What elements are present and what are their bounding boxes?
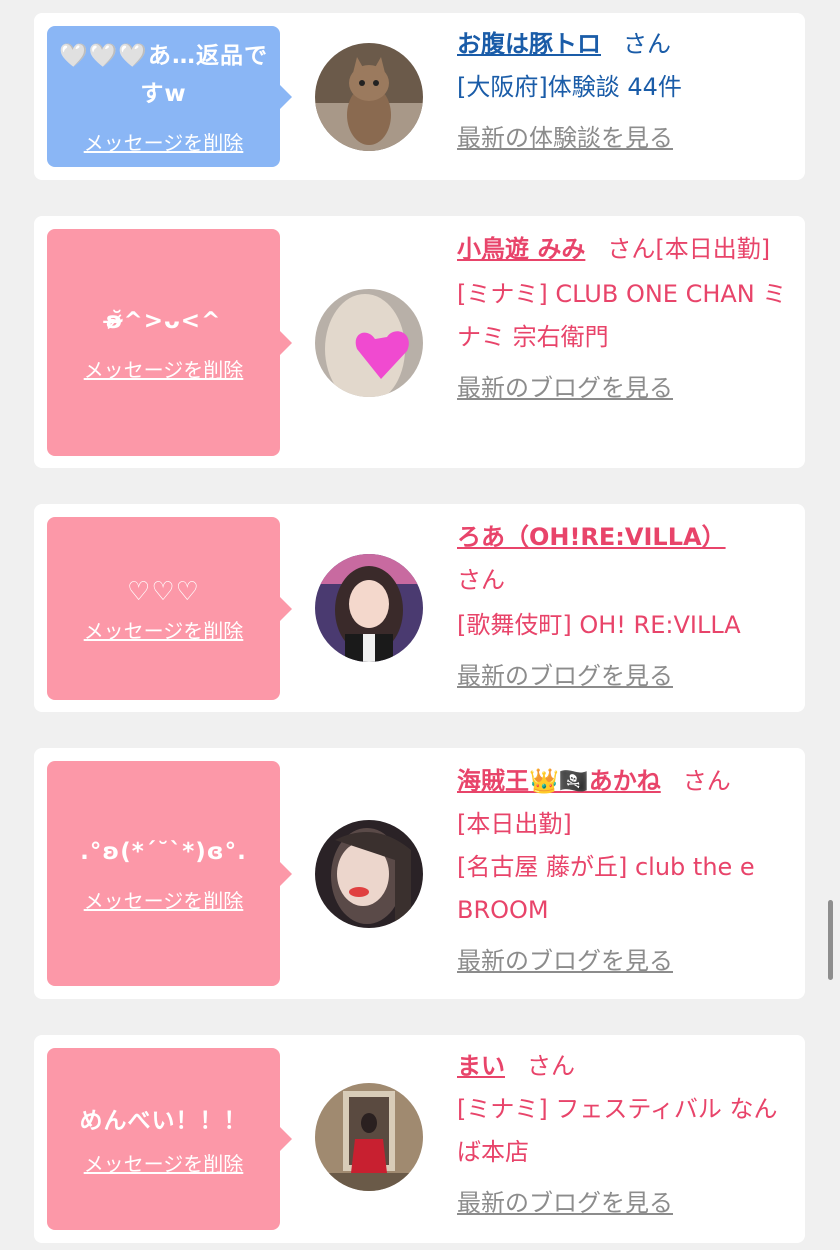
sender-name-link[interactable]: 海賊王👑🏴‍☠️あかね [457, 767, 661, 795]
message-list: 🤍🤍🤍あ…返品ですw メッセージを削除 お腹は豚トロ さん [大阪府]体験談 44… [0, 0, 840, 1250]
message-bubble: ʚ̴̶̷̆^>ᴗ<^ メッセージを削除 [47, 229, 292, 456]
sender-info: 海賊王👑🏴‍☠️あかね さん [本日出勤] [名古屋 藤が丘] club the … [457, 760, 797, 983]
message-text: ʚ̴̶̷̆^>ᴗ<^ [105, 308, 222, 334]
avatar[interactable] [315, 554, 423, 662]
avatar[interactable] [315, 289, 423, 397]
sender-info: ろあ（OH!RE:VILLA） さん [歌舞伎町] OH! RE:VILLA 最新… [457, 516, 797, 698]
sender-name-link[interactable]: ろあ（OH!RE:VILLA） [457, 523, 726, 551]
sender-info: お腹は豚トロ さん [大阪府]体験談 44件 最新の体験談を見る [457, 23, 797, 160]
delete-message-link[interactable]: メッセージを削除 [84, 885, 244, 914]
avatar[interactable] [315, 820, 423, 928]
latest-link[interactable]: 最新のブログを見る [457, 1182, 797, 1225]
sender-detail: [名古屋 藤が丘] club the e BROOM [457, 853, 755, 924]
message-text: 🤍🤍🤍あ…返品ですw [59, 43, 268, 107]
latest-link[interactable]: 最新のブログを見る [457, 367, 797, 410]
message-card: ʚ̴̶̷̆^>ᴗ<^ メッセージを削除 小鳥遊 みみ さん[本日出勤] [ミナミ]… [34, 216, 805, 468]
sender-info: まい さん [ミナミ] フェスティバル なんば本店 最新のブログを見る [457, 1045, 797, 1225]
sender-info: 小鳥遊 みみ さん[本日出勤] [ミナミ] CLUB ONE CHAN ミナミ 宗… [457, 228, 797, 410]
avatar[interactable] [315, 43, 423, 151]
sender-detail: [ミナミ] フェスティバル なんば本店 [457, 1095, 778, 1166]
honorific: さん [682, 767, 731, 795]
sender-status: [本日出勤] [457, 810, 572, 838]
sender-detail: [ミナミ] CLUB ONE CHAN ミナミ 宗右衛門 [457, 280, 787, 351]
message-bubble: めんべい！！！ メッセージを削除 [47, 1048, 292, 1230]
message-bubble: 🤍🤍🤍あ…返品ですw メッセージを削除 [47, 26, 292, 167]
message-bubble: .°ʚ(*´˘`*)ɞ°. メッセージを削除 [47, 761, 292, 986]
delete-message-link[interactable]: メッセージを削除 [84, 615, 244, 644]
message-text: .°ʚ(*´˘`*)ɞ°. [80, 839, 247, 865]
sender-detail: [歌舞伎町] OH! RE:VILLA [457, 611, 741, 639]
latest-link[interactable]: 最新のブログを見る [457, 655, 797, 698]
honorific: さん [623, 30, 671, 58]
latest-link[interactable]: 最新のブログを見る [457, 940, 797, 983]
scrollbar[interactable] [828, 900, 833, 980]
sender-name-link[interactable]: まい [457, 1052, 505, 1080]
message-card: .°ʚ(*´˘`*)ɞ°. メッセージを削除 海賊王👑🏴‍☠️あかね さん [本日… [34, 748, 805, 999]
delete-message-link[interactable]: メッセージを削除 [84, 354, 244, 383]
latest-link[interactable]: 最新の体験談を見る [457, 117, 797, 160]
honorific: さん [457, 566, 505, 594]
honorific: さん[本日出勤] [607, 235, 771, 263]
sender-name-link[interactable]: 小鳥遊 みみ [457, 235, 585, 263]
delete-message-link[interactable]: メッセージを削除 [84, 127, 244, 156]
avatar[interactable] [315, 1083, 423, 1191]
sender-name-link[interactable]: お腹は豚トロ [457, 30, 601, 58]
message-card: めんべい！！！ メッセージを削除 まい さん [ミナミ] フェスティバル なんば本… [34, 1035, 805, 1243]
message-card: 🤍🤍🤍あ…返品ですw メッセージを削除 お腹は豚トロ さん [大阪府]体験談 44… [34, 13, 805, 180]
sender-detail: [大阪府]体験談 44件 [457, 73, 682, 101]
honorific: さん [527, 1052, 575, 1080]
delete-message-link[interactable]: メッセージを削除 [84, 1148, 244, 1177]
message-bubble: ♡♡♡ メッセージを削除 [47, 517, 292, 700]
message-text: めんべい！！！ [79, 1107, 248, 1134]
message-card: ♡♡♡ メッセージを削除 ろあ（OH!RE:VILLA） さん [歌舞伎町] OH… [34, 504, 805, 712]
message-text: ♡♡♡ [127, 577, 200, 607]
